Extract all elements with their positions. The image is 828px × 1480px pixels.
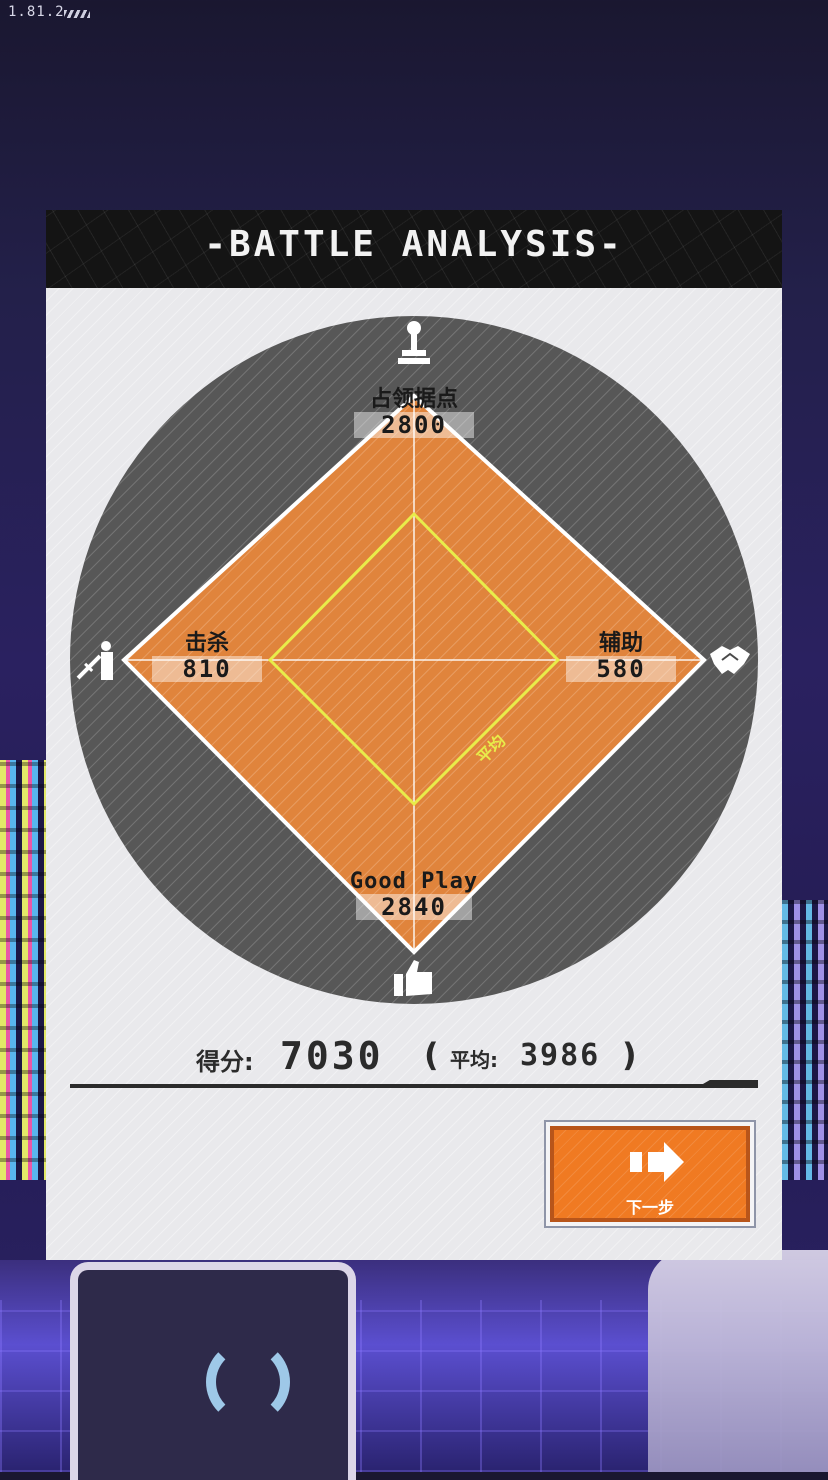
panel-body: 占领据点 2800 辅助 580 Good Play 2840 击杀 810 平…: [46, 288, 782, 1260]
axis-name-capture: 占领据点: [369, 387, 458, 412]
score-value: 7030: [280, 1034, 384, 1078]
background-city-lights-right: [782, 900, 828, 1180]
axis-label-good-play: Good Play 2840: [336, 870, 492, 920]
next-step-button[interactable]: 下一步: [544, 1120, 756, 1228]
signal-bars-icon: [64, 10, 90, 18]
thumbs-up-icon: [392, 956, 436, 1000]
axis-name-good-play: Good Play: [349, 869, 479, 894]
background-character-boot: [648, 1250, 828, 1472]
background-city-lights-left: [0, 760, 46, 1180]
axis-value-capture: 2800: [354, 412, 474, 438]
average-value: 3986: [520, 1038, 601, 1073]
axis-label-kill: 击杀 810: [152, 632, 262, 682]
axis-name-assist: 辅助: [598, 631, 643, 656]
score-row: 得分: 7030 ( 平均: 3986 ): [46, 1034, 782, 1080]
axis-name-kill: 击杀: [184, 631, 229, 656]
background-console: [70, 1262, 356, 1480]
axis-label-assist: 辅助 580: [566, 632, 676, 682]
score-paren-open: (: [424, 1036, 439, 1074]
next-step-button-face[interactable]: 下一步: [550, 1126, 750, 1222]
axis-value-assist: 580: [566, 656, 676, 682]
score-paren-close: ): [622, 1036, 637, 1074]
next-step-label: 下一步: [625, 1198, 674, 1217]
flag-capture-icon: [396, 318, 432, 366]
average-label: 平均:: [450, 1048, 498, 1072]
score-label: 得分:: [196, 1048, 254, 1076]
battle-analysis-panel: -BATTLE ANALYSIS- 占领据点 2800 辅助 580 Good …: [46, 210, 782, 1260]
version-label: 1.81.2: [8, 4, 65, 20]
axis-value-good-play: 2840: [356, 894, 472, 920]
console-ring-icon: [206, 1340, 290, 1424]
panel-header: -BATTLE ANALYSIS-: [46, 210, 782, 288]
panel-title: -BATTLE ANALYSIS-: [204, 224, 624, 265]
sword-fighter-icon: [76, 638, 120, 682]
arrow-right-icon: [630, 1142, 684, 1182]
axis-value-kill: 810: [152, 656, 262, 682]
axis-label-capture: 占领据点 2800: [354, 388, 474, 438]
handshake-icon: [708, 640, 752, 680]
